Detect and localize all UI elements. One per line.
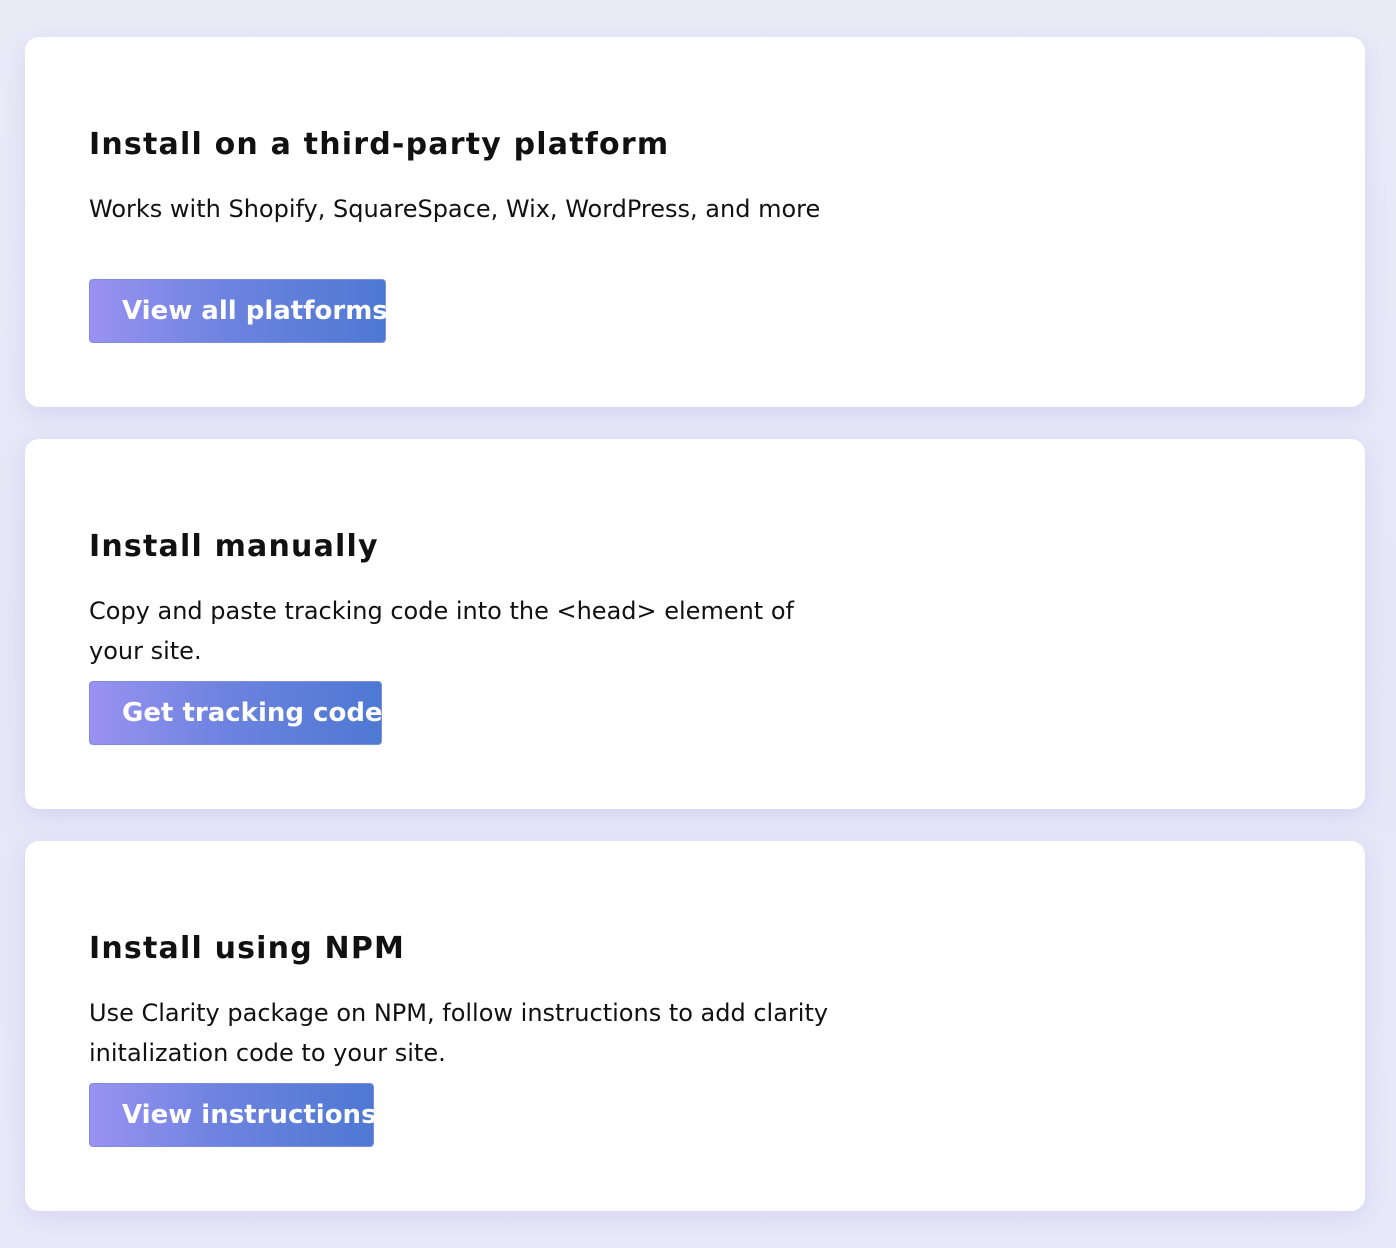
get-tracking-code-button[interactable]: Get tracking code: [89, 681, 383, 745]
card-description: Copy and paste tracking code into the <h…: [89, 597, 794, 665]
card-title: Install manually: [89, 529, 379, 564]
view-instructions-button[interactable]: View instructions: [89, 1083, 377, 1147]
card-install-npm: Install using NPM Use Clarity package on…: [25, 841, 1365, 1211]
card-description: Works with Shopify, SquareSpace, Wix, Wo…: [89, 195, 821, 223]
card-description: Use Clarity package on NPM, follow instr…: [89, 999, 829, 1067]
card-install-manually: Install manually Copy and paste tracking…: [25, 439, 1365, 809]
card-title: Install using NPM: [89, 931, 406, 966]
view-all-platforms-button[interactable]: View all platforms: [89, 279, 388, 343]
card-title: Install on a third-party platform: [89, 127, 670, 162]
install-options-list: Install on a third-party platform Works …: [25, 37, 1365, 1243]
card-third-party-platform: Install on a third-party platform Works …: [25, 37, 1365, 407]
